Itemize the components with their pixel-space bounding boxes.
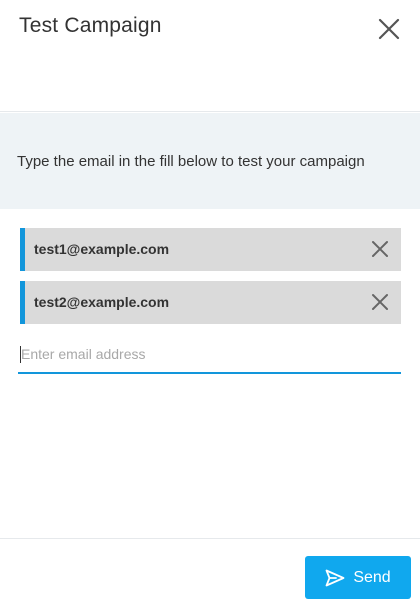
recipient-email: test1@example.com (34, 241, 170, 257)
footer-divider (0, 538, 420, 539)
test-campaign-dialog: Test Campaign Type the email in the fill… (0, 0, 420, 614)
close-icon (378, 18, 400, 40)
remove-recipient-button[interactable] (370, 292, 390, 312)
dialog-title: Test Campaign (19, 14, 162, 37)
recipient-email: test2@example.com (34, 294, 170, 310)
close-icon (372, 294, 388, 310)
send-button[interactable]: Send (305, 556, 411, 599)
close-button[interactable] (376, 16, 402, 42)
close-icon (372, 241, 388, 257)
info-banner: Type the email in the fill below to test… (0, 113, 420, 209)
dialog-header: Test Campaign (0, 0, 420, 112)
text-caret (20, 346, 21, 363)
recipient-chip: test2@example.com (20, 281, 401, 324)
info-text: Type the email in the fill below to test… (17, 153, 365, 170)
remove-recipient-button[interactable] (370, 239, 390, 259)
recipient-chip: test1@example.com (20, 228, 401, 271)
email-input[interactable] (18, 339, 401, 374)
send-icon (325, 569, 345, 586)
send-label: Send (353, 568, 391, 586)
